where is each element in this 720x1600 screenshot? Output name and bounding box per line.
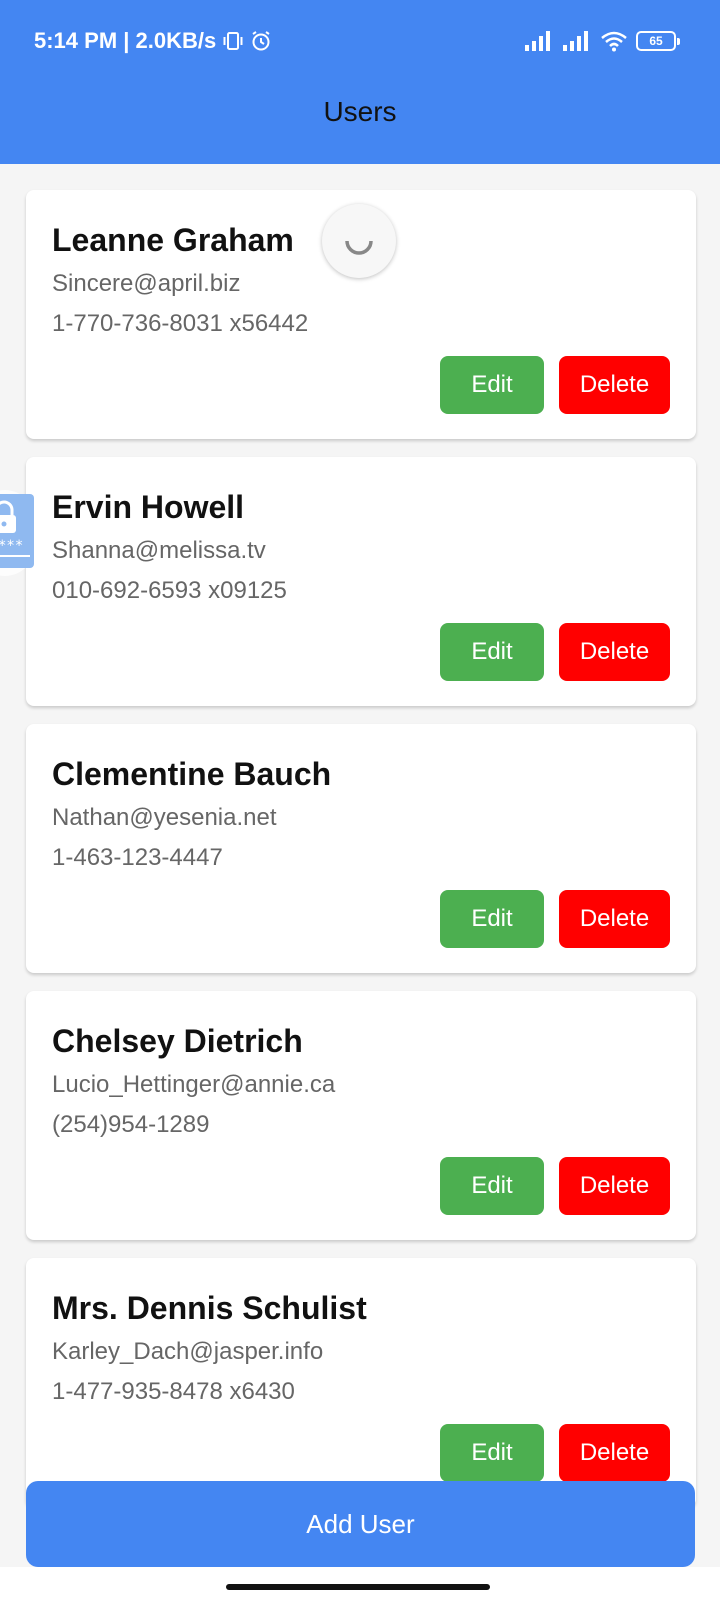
user-name: Clementine Bauch <box>52 756 332 792</box>
user-card: Chelsey Dietrich Lucio_Hettinger@annie.c… <box>26 991 696 1240</box>
battery-icon: 65 <box>636 31 680 51</box>
delete-button[interactable]: Delete <box>559 1157 670 1215</box>
user-card: Clementine Bauch Nathan@yesenia.net 1-46… <box>26 724 696 973</box>
page-title: Users <box>323 96 397 127</box>
refresh-spinner <box>322 204 396 278</box>
status-left: 5:14 PM | 2.0KB/s <box>34 26 272 56</box>
user-phone: 1-770-736-8031 x56442 <box>52 310 309 337</box>
user-email: Lucio_Hettinger@annie.ca <box>52 1071 336 1098</box>
wifi-icon <box>600 30 628 52</box>
user-name: Ervin Howell <box>52 489 245 525</box>
delete-button[interactable]: Delete <box>559 1424 670 1482</box>
user-phone: 010-692-6593 x09125 <box>52 577 287 604</box>
vibrate-icon <box>222 30 244 52</box>
edit-button[interactable]: Edit <box>440 1424 544 1482</box>
app-screen: 5:14 PM | 2.0KB/s 65 Users Leanne Graham… <box>0 0 720 1600</box>
user-name: Chelsey Dietrich <box>52 1023 303 1059</box>
delete-button[interactable]: Delete <box>559 623 670 681</box>
lock-icon[interactable]: *** <box>0 494 34 568</box>
app-header: 5:14 PM | 2.0KB/s 65 Users <box>0 0 720 164</box>
signal-icon <box>562 30 592 52</box>
loading-icon <box>345 240 373 255</box>
alarm-icon <box>250 30 272 52</box>
user-name: Mrs. Dennis Schulist <box>52 1290 367 1326</box>
user-card: Mrs. Dennis Schulist Karley_Dach@jasper.… <box>26 1258 696 1507</box>
status-right: 65 <box>524 26 680 56</box>
add-user-button[interactable]: Add User <box>26 1481 695 1567</box>
delete-button[interactable]: Delete <box>559 356 670 414</box>
edit-button[interactable]: Edit <box>440 890 544 948</box>
user-list: Leanne Graham Sincere@april.biz 1-770-73… <box>26 190 696 1525</box>
card-actions: Edit Delete <box>440 356 670 414</box>
edit-button[interactable]: Edit <box>440 1157 544 1215</box>
user-phone: (254)954-1289 <box>52 1111 210 1138</box>
status-bar: 5:14 PM | 2.0KB/s 65 <box>0 0 720 80</box>
edit-button[interactable]: Edit <box>440 623 544 681</box>
user-phone: 1-463-123-4447 <box>52 844 223 871</box>
signal-icon <box>524 30 554 52</box>
card-actions: Edit Delete <box>440 890 670 948</box>
card-actions: Edit Delete <box>440 623 670 681</box>
edit-button[interactable]: Edit <box>440 356 544 414</box>
status-time-speed: 5:14 PM | 2.0KB/s <box>34 28 217 53</box>
user-email: Shanna@melissa.tv <box>52 537 266 564</box>
card-actions: Edit Delete <box>440 1424 670 1482</box>
delete-button[interactable]: Delete <box>559 890 670 948</box>
user-card: Ervin Howell Shanna@melissa.tv 010-692-6… <box>26 457 696 706</box>
user-email: Sincere@april.biz <box>52 270 241 297</box>
user-name: Leanne Graham <box>52 222 294 258</box>
home-indicator[interactable] <box>226 1584 490 1590</box>
battery-level: 65 <box>649 34 663 48</box>
card-actions: Edit Delete <box>440 1157 670 1215</box>
svg-text:***: *** <box>0 538 23 554</box>
user-phone: 1-477-935-8478 x6430 <box>52 1378 295 1405</box>
user-email: Karley_Dach@jasper.info <box>52 1338 324 1365</box>
user-email: Nathan@yesenia.net <box>52 804 277 831</box>
